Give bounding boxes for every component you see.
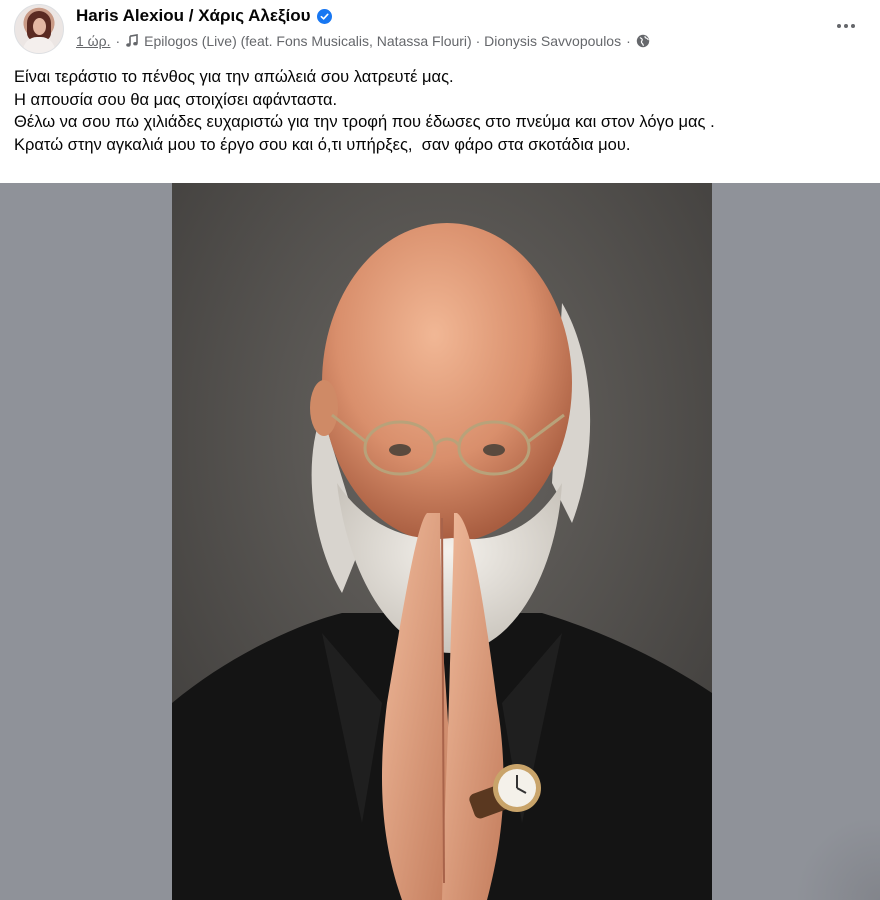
meta-separator-2: · xyxy=(626,33,631,49)
music-note-icon xyxy=(125,34,139,48)
author-avatar[interactable] xyxy=(14,4,64,54)
globe-icon[interactable] xyxy=(636,34,650,48)
post-text-line: Θέλω να σου πω χιλιάδες ευχαριστώ για τη… xyxy=(14,113,715,131)
post-photo[interactable] xyxy=(172,183,712,900)
song-attribution-link[interactable]: Epilogos (Live) (feat. Fons Musicalis, N… xyxy=(144,33,621,49)
meta-separator: · xyxy=(115,33,121,49)
post-text-line: Είναι τεράστιο το πένθος για την απώλειά… xyxy=(14,68,454,86)
more-options-icon xyxy=(837,24,841,28)
post-header: Haris Alexiou / Χάρις Αλεξίου 1 ώρ. · Ep… xyxy=(0,0,880,58)
post-text-line: Κρατώ στην αγκαλιά μου το έργο σου και ό… xyxy=(14,135,631,154)
more-options-button[interactable] xyxy=(832,12,860,40)
post-photo-container[interactable] xyxy=(0,183,880,900)
author-name[interactable]: Haris Alexiou / Χάρις Αλεξίου xyxy=(76,6,311,26)
author-name-row: Haris Alexiou / Χάρις Αλεξίου xyxy=(76,4,332,28)
corner-shade xyxy=(790,820,880,900)
portrait-illustration xyxy=(172,183,712,900)
post-timestamp-link[interactable]: 1 ώρ. xyxy=(76,33,110,49)
post-text-line: Η απουσία σου θα μας στοιχίσει αφάνταστα… xyxy=(14,90,338,109)
verified-badge-icon xyxy=(316,8,332,24)
post-meta: 1 ώρ. · Epilogos (Live) (feat. Fons Musi… xyxy=(76,31,650,51)
post-text: Είναι τεράστιο το πένθος για την απώλειά… xyxy=(14,66,874,156)
